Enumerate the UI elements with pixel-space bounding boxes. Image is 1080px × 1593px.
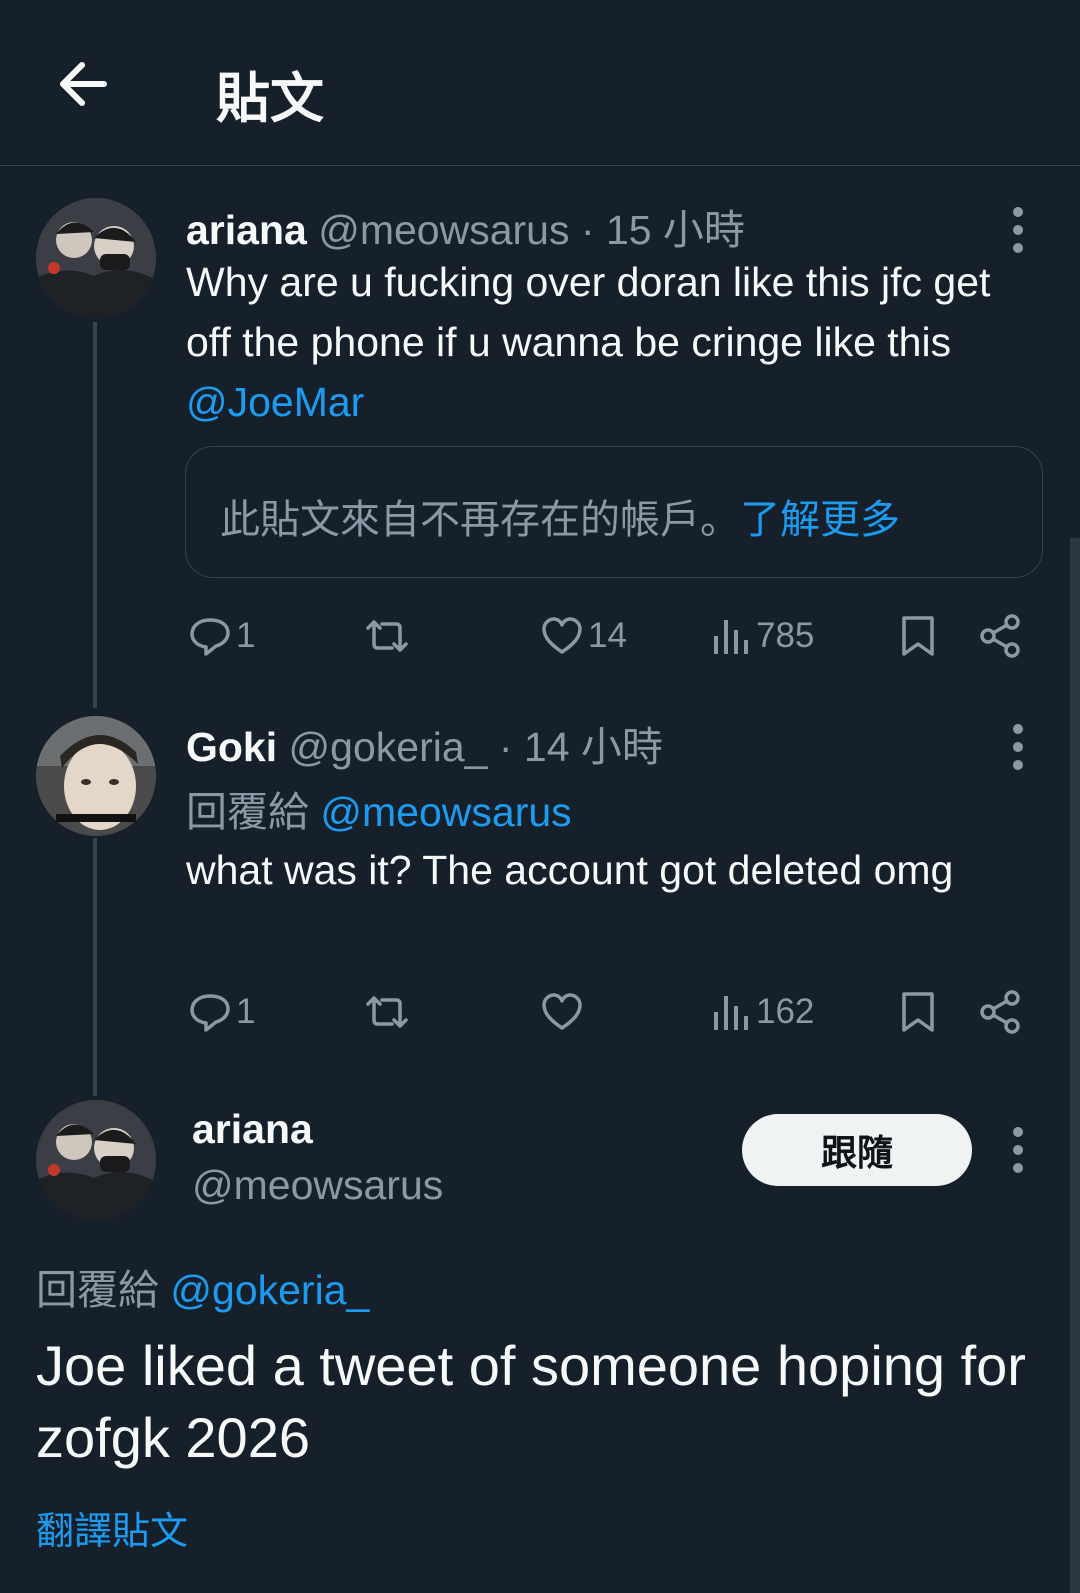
bookmark-icon	[902, 992, 934, 1032]
more-vertical-icon	[1013, 1127, 1023, 1173]
bookmark-button[interactable]	[900, 614, 936, 658]
views-button[interactable]: 785	[712, 614, 814, 658]
tweet-text-content: Why are u fucking over doran like this j…	[186, 259, 991, 365]
user-handle[interactable]: @gokeria_	[289, 724, 488, 770]
reply-count: 1	[236, 616, 256, 655]
timestamp[interactable]: 15 小時	[606, 207, 745, 253]
scrollbar[interactable]	[1070, 538, 1080, 1593]
mention-link[interactable]: @JoeMar	[186, 379, 364, 425]
views-icon	[714, 620, 748, 654]
retweet-button[interactable]	[362, 990, 412, 1034]
more-vertical-icon	[1013, 207, 1023, 253]
avatar-image	[36, 1100, 156, 1220]
avatar-image	[36, 198, 156, 318]
more-options-button[interactable]	[998, 1120, 1038, 1180]
share-button[interactable]	[980, 614, 1022, 658]
reply-count: 1	[236, 992, 256, 1031]
reply-button[interactable]: 1	[188, 990, 255, 1034]
follow-button[interactable]: 跟隨	[742, 1114, 972, 1186]
tweet-header: Goki @gokeria_ · 14 小時	[186, 713, 663, 773]
top-bar: 貼文	[0, 0, 1080, 166]
tweet-text: what was it? The account got deleted omg	[186, 847, 954, 893]
share-button[interactable]	[980, 990, 1022, 1034]
separator-dot: ·	[498, 724, 513, 770]
replying-to-link[interactable]: @meowsarus	[320, 789, 571, 835]
replying-label: 回覆給	[186, 789, 309, 835]
more-options-button[interactable]	[998, 717, 1038, 777]
avatar[interactable]	[36, 1100, 156, 1220]
timestamp[interactable]: 14 小時	[524, 724, 663, 770]
share-icon	[980, 990, 1020, 1034]
thread-line	[93, 838, 97, 1096]
views-count: 162	[756, 992, 815, 1031]
heart-icon	[542, 993, 582, 1030]
more-vertical-icon	[1013, 724, 1023, 770]
main-tweet-text: Joe liked a tweet of someone hoping for …	[36, 1334, 1026, 1469]
display-name[interactable]: ariana	[186, 207, 307, 253]
display-name[interactable]: Goki	[186, 724, 277, 770]
retweet-icon	[366, 996, 408, 1028]
page-title: 貼文	[216, 69, 324, 129]
bookmark-icon	[902, 616, 934, 656]
display-name[interactable]: ariana	[192, 1106, 313, 1153]
views-icon	[714, 996, 748, 1030]
avatar-image	[36, 716, 156, 836]
tweet-text: Why are u fucking over doran like this j…	[186, 252, 1046, 432]
separator-dot: ·	[580, 207, 595, 253]
user-handle[interactable]: @meowsarus	[318, 207, 569, 253]
retweet-button[interactable]	[362, 614, 412, 658]
replying-to-link[interactable]: @gokeria_	[170, 1267, 369, 1313]
more-options-button[interactable]	[998, 200, 1038, 260]
thread-line	[93, 322, 97, 708]
notice-message: 此貼文來自不再存在的帳戶。	[220, 498, 740, 542]
heart-icon	[542, 617, 582, 654]
reply-icon	[190, 618, 230, 656]
notice-text: 此貼文來自不再存在的帳戶。了解更多	[220, 487, 900, 545]
retweet-icon	[366, 620, 408, 652]
like-button[interactable]	[540, 990, 584, 1034]
like-count: 14	[588, 616, 627, 655]
bookmark-button[interactable]	[900, 990, 936, 1034]
avatar[interactable]	[36, 198, 156, 318]
avatar[interactable]	[36, 716, 156, 836]
share-icon	[980, 614, 1020, 658]
replying-to: 回覆給 @gokeria_	[36, 1256, 369, 1316]
views-count: 785	[756, 616, 815, 655]
arrow-left-icon	[60, 62, 107, 106]
user-handle[interactable]: @meowsarus	[192, 1162, 443, 1209]
views-button[interactable]: 162	[712, 990, 814, 1034]
translate-post-link[interactable]: 翻譯貼文	[36, 1500, 188, 1555]
reply-button[interactable]: 1	[188, 614, 255, 658]
replying-to: 回覆給 @meowsarus	[186, 778, 572, 838]
unavailable-tweet-notice: 此貼文來自不再存在的帳戶。了解更多	[185, 446, 1043, 578]
learn-more-link[interactable]: 了解更多	[740, 498, 900, 542]
reply-icon	[190, 994, 230, 1032]
replying-label: 回覆給	[36, 1267, 159, 1313]
like-button[interactable]: 14	[540, 614, 627, 658]
tweet-header: ariana @meowsarus · 15 小時	[186, 196, 745, 256]
back-button[interactable]	[52, 52, 116, 116]
